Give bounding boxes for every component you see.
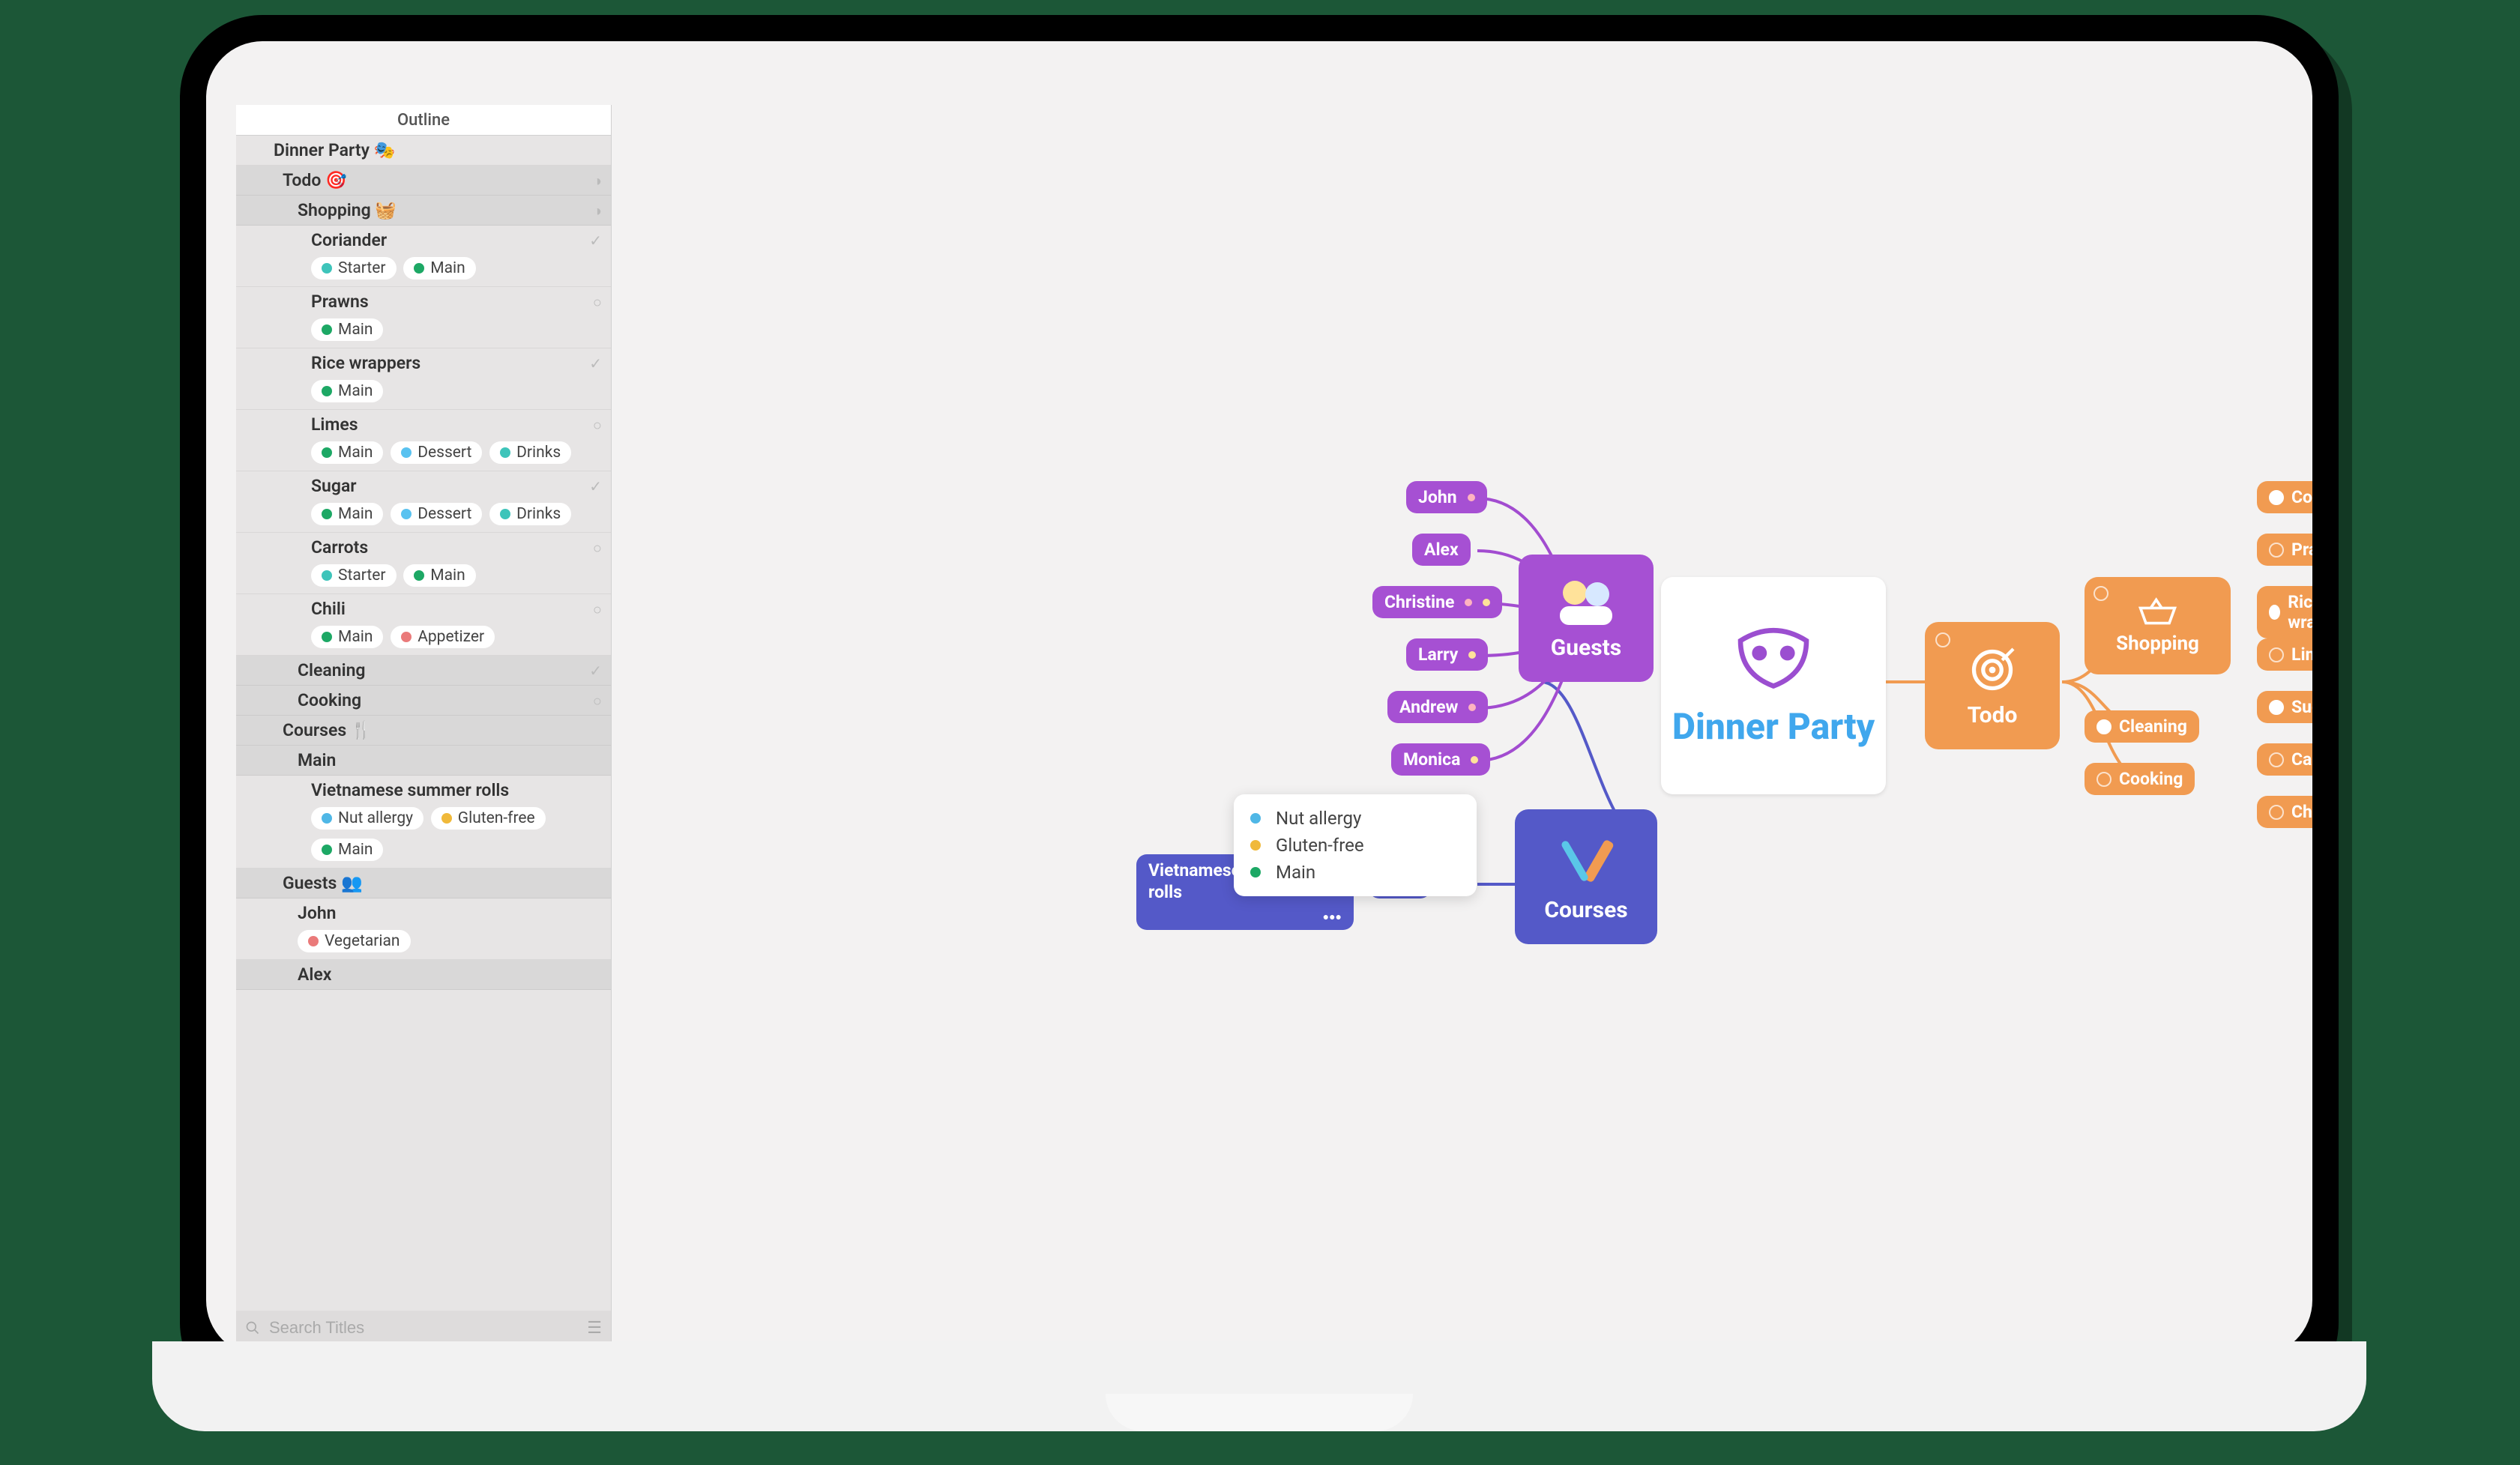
node-coriander[interactable]: Coriander [2257, 481, 2312, 513]
tag-gf[interactable]: Gluten-free [431, 807, 546, 830]
node-carrots[interactable]: Carrots [2257, 743, 2312, 776]
tag-appetizer[interactable]: Appetizer [391, 626, 495, 648]
uncheck-icon: ○ [593, 692, 602, 710]
outline-john[interactable]: John Vegetarian [236, 898, 611, 960]
node-todo[interactable]: Todo [1925, 622, 2060, 749]
outline-alex[interactable]: Alex [236, 960, 611, 990]
tag-nut[interactable]: Nut allergy [311, 807, 423, 830]
outline-tab-label: Outline [397, 111, 450, 130]
tag-starter[interactable]: Starter [311, 257, 397, 280]
tag-dessert[interactable]: Dessert [391, 503, 482, 525]
basket-icon [2137, 596, 2178, 626]
outline-prawns[interactable]: Prawns ○ Main [236, 287, 611, 348]
center-title: Dinner Party [1672, 706, 1875, 747]
node-john[interactable]: John [1406, 481, 1487, 513]
node-ricewrappers[interactable]: Rice wrappers [2257, 586, 2312, 638]
check-icon: ✓ [589, 477, 602, 495]
tag-main[interactable]: Main [311, 839, 383, 861]
tag-starter[interactable]: Starter [311, 564, 397, 587]
node-larry[interactable]: Larry [1406, 638, 1488, 671]
check-icon: ✓ [589, 662, 602, 680]
target-icon [1962, 644, 2022, 696]
people-icon [1552, 576, 1620, 629]
outline-courses[interactable]: Courses 🍴 [236, 716, 611, 746]
tag-main[interactable]: Main [311, 503, 383, 525]
outline-chili[interactable]: Chili ○ Main Appetizer [236, 594, 611, 656]
node-cleaning[interactable]: Cleaning [2085, 710, 2199, 743]
outline-tab[interactable]: Outline [236, 105, 611, 136]
outline-shopping[interactable]: Shopping 🧺 ◑ [236, 196, 611, 226]
tag-main[interactable]: Main [311, 441, 383, 464]
utensils-icon [1552, 831, 1620, 891]
tag-drinks[interactable]: Drinks [489, 503, 571, 525]
mindmap-canvas[interactable]: Dinner Party Guests John Alex Christine … [612, 105, 2282, 1345]
node-andrew[interactable]: Andrew [1387, 691, 1488, 723]
tag-main[interactable]: Main [403, 257, 475, 280]
outline-sidebar: Outline Dinner Party 🎭 Todo 🎯 ◑ Shopping… [236, 105, 612, 1345]
screen-area: Outline Dinner Party 🎭 Todo 🎯 ◑ Shopping… [206, 41, 2312, 1356]
outline-guests[interactable]: Guests 👥 [236, 869, 611, 898]
node-sugar[interactable]: Sugar [2257, 691, 2312, 723]
node-courses[interactable]: Courses [1515, 809, 1657, 944]
progress-icon: ◑ [593, 172, 602, 190]
tag-drinks[interactable]: Drinks [489, 441, 571, 464]
search-bar[interactable]: ☰ [236, 1311, 611, 1345]
tag-vegetarian[interactable]: Vegetarian [298, 930, 411, 952]
outline-limes[interactable]: Limes ○ Main Dessert Drinks [236, 410, 611, 471]
outline-ricewrappers[interactable]: Rice wrappers ✓ Main [236, 348, 611, 410]
outline-tree[interactable]: Dinner Party 🎭 Todo 🎯 ◑ Shopping 🧺 ◑ Cor… [236, 136, 611, 1311]
outline-sugar[interactable]: Sugar ✓ Main Dessert Drinks [236, 471, 611, 533]
outline-root[interactable]: Dinner Party 🎭 [236, 136, 611, 166]
uncheck-icon: ○ [593, 539, 602, 558]
outline-cooking[interactable]: Cooking○ [236, 686, 611, 716]
tag-main[interactable]: Main [311, 318, 383, 341]
node-shopping[interactable]: Shopping [2085, 577, 2231, 674]
root-label: Dinner Party [274, 140, 370, 160]
node-center[interactable]: Dinner Party [1661, 577, 1886, 794]
tag-tooltip: Nut allergy Gluten-free Main [1234, 794, 1477, 896]
progress-icon: ◑ [593, 202, 602, 220]
node-prawns[interactable]: Prawns [2257, 534, 2312, 566]
uncheck-icon: ○ [593, 416, 602, 435]
filter-icon[interactable]: ☰ [587, 1319, 602, 1338]
tag-main[interactable]: Main [403, 564, 475, 587]
outline-vsr[interactable]: Vietnamese summer rolls Nut allergy Glut… [236, 776, 611, 869]
laptop-frame: Outline Dinner Party 🎭 Todo 🎯 ◑ Shopping… [180, 15, 2339, 1405]
app-window: Outline Dinner Party 🎭 Todo 🎯 ◑ Shopping… [236, 105, 2282, 1345]
check-icon: ✓ [589, 354, 602, 372]
uncheck-icon: ○ [593, 293, 602, 312]
node-christine[interactable]: Christine [1372, 586, 1502, 618]
tag-dessert[interactable]: Dessert [391, 441, 482, 464]
outline-main[interactable]: Main [236, 746, 611, 776]
outline-coriander[interactable]: Coriander ✓ Starter Main [236, 226, 611, 287]
node-cooking[interactable]: Cooking [2085, 763, 2195, 795]
mask-icon [1732, 623, 1815, 691]
uncheck-icon: ○ [593, 600, 602, 619]
node-chili[interactable]: Chili [2257, 796, 2312, 828]
search-icon [245, 1320, 260, 1335]
node-alex[interactable]: Alex [1412, 534, 1471, 566]
outline-cleaning[interactable]: Cleaning✓ [236, 656, 611, 686]
node-monica[interactable]: Monica [1391, 743, 1490, 776]
tag-main[interactable]: Main [311, 380, 383, 402]
search-input[interactable] [268, 1317, 579, 1338]
node-limes[interactable]: Limes [2257, 638, 2312, 671]
node-guests[interactable]: Guests [1519, 555, 1654, 682]
tag-main[interactable]: Main [311, 626, 383, 648]
check-icon: ✓ [589, 232, 602, 250]
outline-todo[interactable]: Todo 🎯 ◑ [236, 166, 611, 196]
outline-carrots[interactable]: Carrots ○ Starter Main [236, 533, 611, 594]
